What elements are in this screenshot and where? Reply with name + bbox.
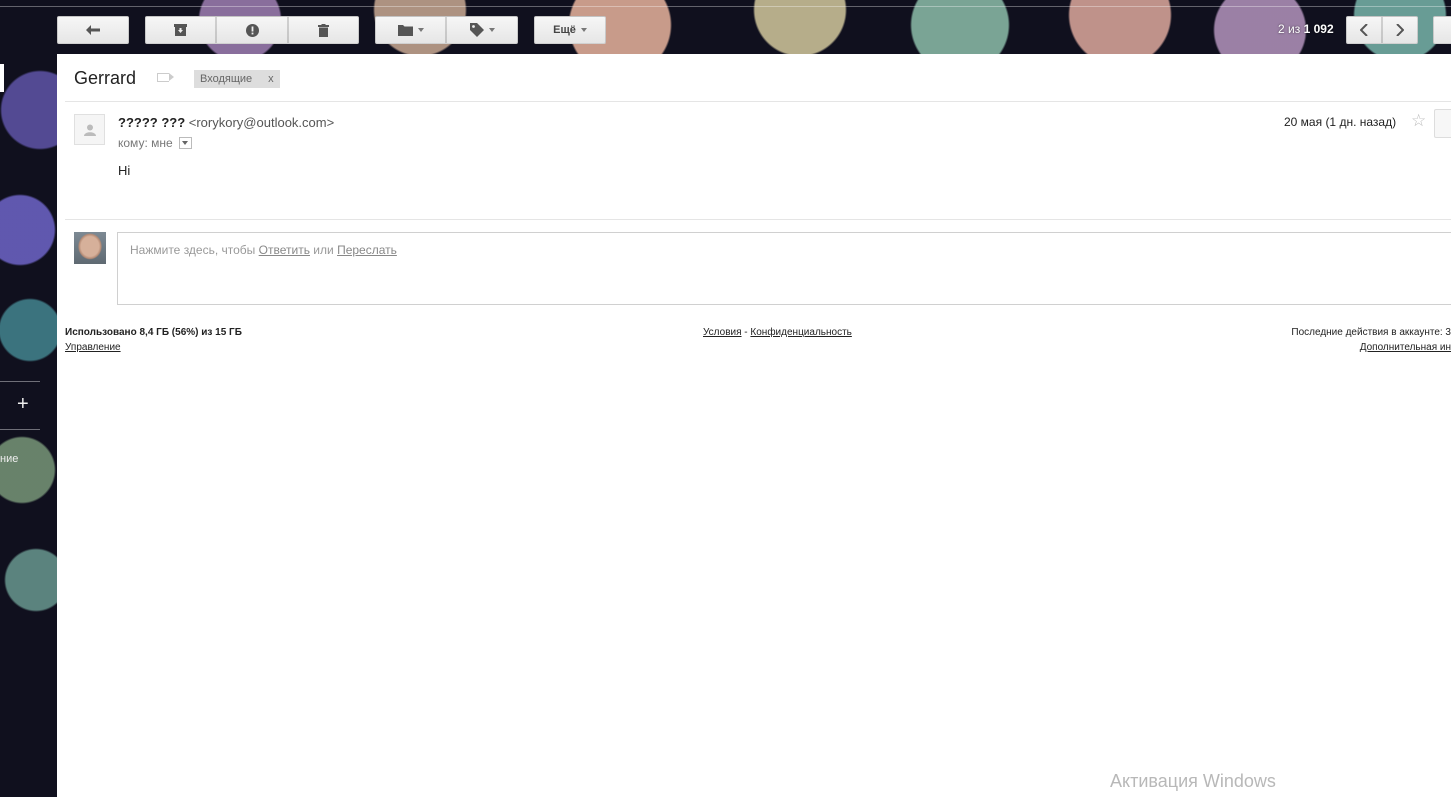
older-button[interactable] [1382, 16, 1418, 44]
reply-hint: Нажмите здесь, чтобы Ответить или Пересл… [130, 243, 397, 257]
terms-link[interactable]: Условия [703, 327, 742, 338]
archive-button[interactable] [145, 16, 216, 44]
more-label: Ещё [553, 24, 576, 36]
chevron-down-icon [580, 28, 587, 32]
arrow-back-icon [86, 25, 100, 35]
star-icon[interactable]: ☆ [1411, 111, 1426, 131]
sender-email: <rorykory@outlook.com> [188, 115, 335, 130]
folder-icon [397, 25, 413, 36]
pager-count: 2 из 1 092 [1278, 22, 1334, 36]
activity-text: Последние действия в аккаунте: 3 [1291, 327, 1451, 338]
top-divider [0, 6, 1451, 7]
footer-links: Условия - Конфиденциальность [703, 327, 852, 338]
footer-dash: - [744, 327, 748, 338]
privacy-link[interactable]: Конфиденциальность [750, 327, 851, 338]
label-chip-text: Входящие [200, 73, 253, 85]
chevron-right-icon [1396, 24, 1404, 36]
pager-total: 1 092 [1303, 22, 1334, 36]
back-button[interactable] [57, 16, 129, 44]
reply-button[interactable] [1434, 109, 1451, 138]
chevron-down-icon [417, 28, 424, 32]
delete-button[interactable] [288, 16, 359, 44]
reply-prefix: Нажмите здесь, чтобы [130, 243, 256, 257]
sender-line: ????? ??? <rorykory@outlook.com> [118, 115, 334, 130]
windows-activation-watermark: Активация Windows [1110, 771, 1276, 791]
storage-info: Использовано 8,4 ГБ (56%) из 15 ГБ Управ… [65, 327, 242, 353]
recipient-line: кому: мне [118, 136, 192, 150]
spam-icon [245, 23, 259, 37]
message-date: 20 мая (1 дн. назад) [1284, 115, 1397, 129]
action-group [145, 16, 359, 44]
sidebar-divider [0, 381, 40, 382]
message-subject: Gerrard [74, 68, 137, 88]
sidebar-divider [0, 429, 40, 430]
left-sidebar: + ние [0, 54, 57, 797]
move-label-group [375, 16, 518, 44]
recipient-text: кому: мне [118, 136, 173, 150]
add-icon[interactable]: + [17, 394, 29, 414]
sidebar-item-label[interactable]: ние [0, 453, 18, 465]
details-dropdown-icon[interactable] [178, 137, 192, 149]
details-link[interactable]: Дополнительная ин [1291, 342, 1451, 353]
sender-avatar[interactable] [74, 114, 105, 145]
header-divider [65, 101, 1451, 102]
archive-icon [174, 24, 187, 36]
selected-nav-indicator [0, 64, 4, 92]
manage-link[interactable]: Управление [65, 342, 242, 353]
message-panel: Gerrard Входящие x ????? ??? <rorykory@o… [57, 54, 1451, 797]
reply-or: или [313, 243, 334, 257]
report-spam-button[interactable] [216, 16, 288, 44]
trash-icon [318, 23, 329, 37]
remove-label-button[interactable]: x [268, 73, 274, 85]
tag-icon [469, 23, 484, 37]
reply-link[interactable]: Ответить [259, 243, 310, 257]
settings-button[interactable] [1433, 16, 1451, 44]
inbox-label-chip[interactable]: Входящие x [194, 70, 280, 88]
reply-box[interactable]: Нажмите здесь, чтобы Ответить или Пересл… [117, 232, 1451, 305]
chevron-left-icon [1360, 24, 1368, 36]
more-button[interactable]: Ещё [534, 16, 606, 44]
label-tag-icon[interactable] [157, 73, 174, 82]
storage-usage: Использовано 8,4 ГБ (56%) из 15 ГБ [65, 327, 242, 338]
body-divider [65, 219, 1451, 220]
account-activity: Последние действия в аккаунте: 3 Дополни… [1291, 327, 1451, 353]
pager-current: 2 [1278, 22, 1285, 36]
labels-button[interactable] [446, 16, 518, 44]
sender-name[interactable]: ????? ??? [118, 115, 185, 130]
pager-sep: из [1288, 22, 1301, 36]
forward-link[interactable]: Переслать [337, 243, 397, 257]
move-to-button[interactable] [375, 16, 446, 44]
pager-nav [1346, 16, 1418, 44]
person-icon [83, 124, 96, 136]
newer-button[interactable] [1346, 16, 1382, 44]
chevron-down-icon [488, 28, 495, 32]
user-avatar[interactable] [74, 232, 106, 264]
message-body: Hi [118, 163, 131, 178]
